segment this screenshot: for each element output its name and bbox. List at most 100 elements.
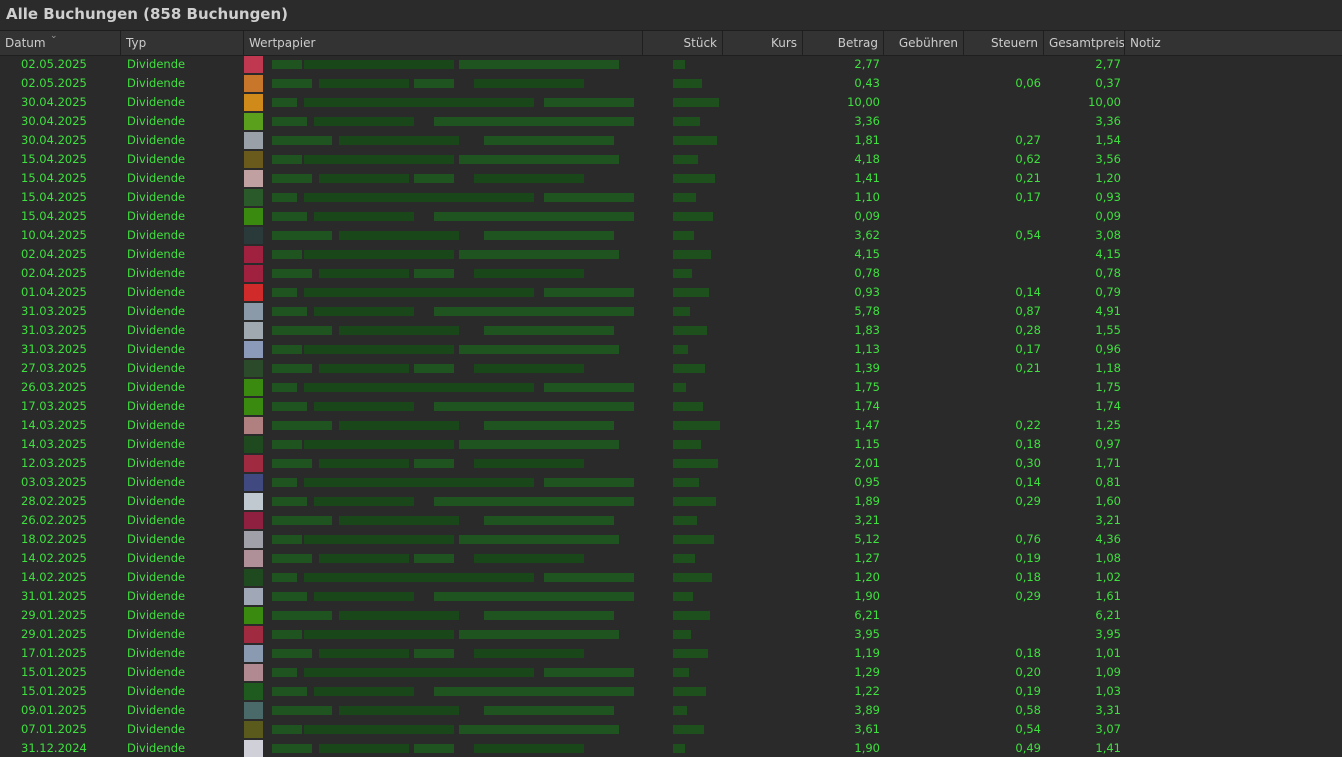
- table-row[interactable]: 30.04.2025 Dividende 10,00 10,00: [0, 93, 1342, 112]
- cell-notiz: [1125, 378, 1342, 397]
- cell-betrag: 0,95: [854, 475, 880, 489]
- redacted-quantity: [673, 231, 694, 240]
- cell-datum: 14.03.2025: [21, 437, 87, 451]
- redacted-security-name: [434, 307, 634, 316]
- table-row[interactable]: 26.03.2025 Dividende 1,75 1,75: [0, 378, 1342, 397]
- cell-typ: Dividende: [127, 684, 186, 698]
- column-header-gebuehren[interactable]: Gebühren: [884, 31, 964, 55]
- cell-wertpapier: [244, 264, 643, 283]
- table-row[interactable]: 01.04.2025 Dividende 0,93 0,14 0,79: [0, 283, 1342, 302]
- security-logo-icon: [244, 227, 263, 244]
- cell-gebuehren: [884, 93, 964, 112]
- redacted-security-name: [434, 212, 634, 221]
- column-header-gesamtpreis[interactable]: Gesamtpreis: [1044, 31, 1125, 55]
- table-row[interactable]: 03.03.2025 Dividende 0,95 0,14 0,81: [0, 473, 1342, 492]
- cell-betrag: 1,75: [854, 380, 880, 394]
- table-row[interactable]: 31.01.2025 Dividende 1,90 0,29 1,61: [0, 587, 1342, 606]
- table-row[interactable]: 26.02.2025 Dividende 3,21 3,21: [0, 511, 1342, 530]
- cell-gebuehren: [884, 644, 964, 663]
- table-row[interactable]: 07.01.2025 Dividende 3,61 0,54 3,07: [0, 720, 1342, 739]
- table-row[interactable]: 02.05.2025 Dividende 0,43 0,06 0,37: [0, 74, 1342, 93]
- redacted-security-name: [339, 516, 459, 525]
- table-row[interactable]: 15.04.2025 Dividende 4,18 0,62 3,56: [0, 150, 1342, 169]
- redacted-security-name: [484, 326, 614, 335]
- table-row[interactable]: 31.03.2025 Dividende 1,13 0,17 0,96: [0, 340, 1342, 359]
- security-logo-icon: [244, 702, 263, 719]
- table-row[interactable]: 14.02.2025 Dividende 1,20 0,18 1,02: [0, 568, 1342, 587]
- table-row[interactable]: 15.04.2025 Dividende 1,41 0,21 1,20: [0, 169, 1342, 188]
- column-header-betrag[interactable]: Betrag: [803, 31, 884, 55]
- cell-notiz: [1125, 207, 1342, 226]
- column-header-stueck[interactable]: Stück: [643, 31, 723, 55]
- cell-gesamtpreis: 1,02: [1095, 570, 1121, 584]
- table-row[interactable]: 30.04.2025 Dividende 1,81 0,27 1,54: [0, 131, 1342, 150]
- table-row[interactable]: 15.01.2025 Dividende 1,22 0,19 1,03: [0, 682, 1342, 701]
- table-row[interactable]: 02.05.2025 Dividende 2,77 2,77: [0, 55, 1342, 74]
- table-row[interactable]: 30.04.2025 Dividende 3,36 3,36: [0, 112, 1342, 131]
- table-row[interactable]: 15.01.2025 Dividende 1,29 0,20 1,09: [0, 663, 1342, 682]
- redacted-quantity: [673, 592, 693, 601]
- redacted-quantity: [673, 60, 685, 69]
- table-row[interactable]: 17.03.2025 Dividende 1,74 1,74: [0, 397, 1342, 416]
- table-row[interactable]: 28.02.2025 Dividende 1,89 0,29 1,60: [0, 492, 1342, 511]
- table-row[interactable]: 15.04.2025 Dividende 1,10 0,17 0,93: [0, 188, 1342, 207]
- table-row[interactable]: 29.01.2025 Dividende 3,95 3,95: [0, 625, 1342, 644]
- table-row[interactable]: 31.03.2025 Dividende 5,78 0,87 4,91: [0, 302, 1342, 321]
- cell-kurs: [723, 397, 803, 416]
- cell-steuern: [964, 264, 1044, 283]
- table-row[interactable]: 27.03.2025 Dividende 1,39 0,21 1,18: [0, 359, 1342, 378]
- table-row[interactable]: 17.01.2025 Dividende 1,19 0,18 1,01: [0, 644, 1342, 663]
- table-row[interactable]: 09.01.2025 Dividende 3,89 0,58 3,31: [0, 701, 1342, 720]
- column-header-steuern[interactable]: Steuern: [964, 31, 1044, 55]
- cell-wertpapier: [244, 606, 643, 625]
- cell-notiz: [1125, 226, 1342, 245]
- table-row[interactable]: 31.03.2025 Dividende 1,83 0,28 1,55: [0, 321, 1342, 340]
- table-row[interactable]: 10.04.2025 Dividende 3,62 0,54 3,08: [0, 226, 1342, 245]
- column-header-typ[interactable]: Typ: [121, 31, 244, 55]
- cell-wertpapier: [244, 473, 643, 492]
- redacted-security-name: [484, 611, 614, 620]
- table-row[interactable]: 18.02.2025 Dividende 5,12 0,76 4,36: [0, 530, 1342, 549]
- security-logo-icon: [244, 170, 263, 187]
- cell-kurs: [723, 663, 803, 682]
- redacted-quantity: [673, 193, 696, 202]
- redacted-security-name: [272, 497, 307, 506]
- cell-notiz: [1125, 112, 1342, 131]
- table-row[interactable]: 31.12.2024 Dividende 1,90 0,49 1,41: [0, 739, 1342, 757]
- cell-gesamtpreis: 0,79: [1095, 285, 1121, 299]
- table-row[interactable]: 02.04.2025 Dividende 0,78 0,78: [0, 264, 1342, 283]
- cell-wertpapier: [244, 245, 643, 264]
- table-row[interactable]: 14.02.2025 Dividende 1,27 0,19 1,08: [0, 549, 1342, 568]
- cell-gebuehren: [884, 264, 964, 283]
- cell-wertpapier: [244, 226, 643, 245]
- column-header-kurs[interactable]: Kurs: [723, 31, 803, 55]
- security-logo-icon: [244, 360, 263, 377]
- cell-kurs: [723, 530, 803, 549]
- cell-kurs: [723, 74, 803, 93]
- cell-steuern: 0,27: [1015, 133, 1041, 147]
- cell-typ: Dividende: [127, 437, 186, 451]
- table-row[interactable]: 14.03.2025 Dividende 1,47 0,22 1,25: [0, 416, 1342, 435]
- table-row[interactable]: 12.03.2025 Dividende 2,01 0,30 1,71: [0, 454, 1342, 473]
- column-header-datum[interactable]: ⌄ Datum: [0, 31, 121, 55]
- cell-gesamtpreis: 1,20: [1095, 171, 1121, 185]
- table-row[interactable]: 14.03.2025 Dividende 1,15 0,18 0,97: [0, 435, 1342, 454]
- cell-gebuehren: [884, 701, 964, 720]
- redacted-security-name: [319, 459, 409, 468]
- cell-typ: Dividende: [127, 209, 186, 223]
- column-header-notiz[interactable]: Notiz: [1125, 31, 1342, 55]
- chevron-down-icon[interactable]: ⌄: [50, 31, 58, 48]
- cell-typ: Dividende: [127, 665, 186, 679]
- security-logo-icon: [244, 550, 263, 567]
- redacted-security-name: [474, 744, 584, 753]
- table-row[interactable]: 15.04.2025 Dividende 0,09 0,09: [0, 207, 1342, 226]
- cell-stueck: [643, 720, 723, 739]
- cell-stueck: [643, 625, 723, 644]
- table-row[interactable]: 02.04.2025 Dividende 4,15 4,15: [0, 245, 1342, 264]
- cell-wertpapier: [244, 568, 643, 587]
- redacted-security-name: [434, 687, 634, 696]
- table-row[interactable]: 29.01.2025 Dividende 6,21 6,21: [0, 606, 1342, 625]
- column-header-wertpapier[interactable]: Wertpapier: [244, 31, 643, 55]
- cell-wertpapier: [244, 663, 643, 682]
- cell-wertpapier: [244, 359, 643, 378]
